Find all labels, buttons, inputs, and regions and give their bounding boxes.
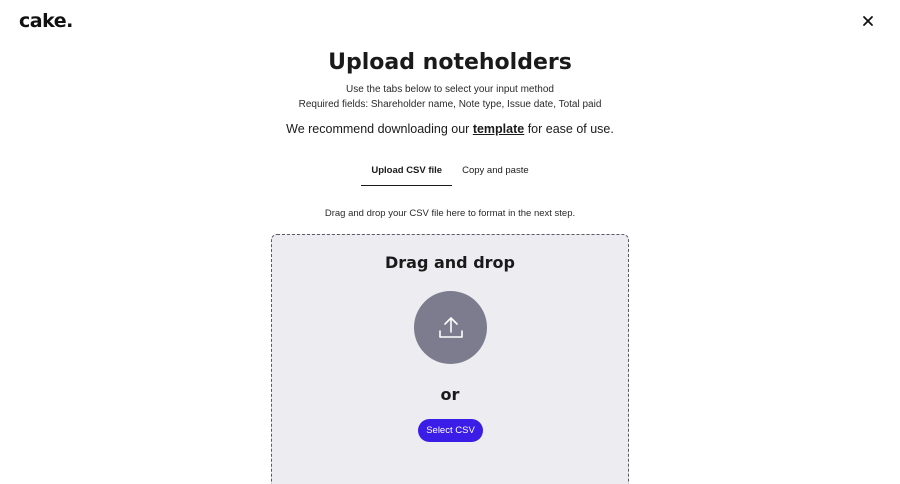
csv-dropzone[interactable]: Drag and drop or Select CSV — [271, 234, 629, 484]
upload-icon — [438, 316, 463, 338]
tab-upload-csv[interactable]: Upload CSV file — [361, 159, 453, 186]
template-recommendation: We recommend downloading our template fo… — [0, 122, 900, 136]
page-title: Upload noteholders — [328, 50, 572, 75]
instructions-line-2: Required fields: Shareholder name, Note … — [298, 99, 602, 110]
cake-logo[interactable]: cake. — [19, 10, 73, 32]
tab-copy-paste[interactable]: Copy and paste — [452, 159, 539, 186]
select-csv-button[interactable]: Select CSV — [418, 419, 483, 442]
or-separator: or — [440, 385, 460, 404]
close-icon — [863, 16, 873, 26]
input-method-tabs: Upload CSV file Copy and paste — [0, 159, 900, 186]
instructions-line-1: Use the tabs below to select your input … — [346, 84, 554, 95]
recommend-prefix: We recommend downloading our — [286, 122, 473, 136]
upload-button[interactable] — [414, 291, 487, 364]
upload-noteholders-page: cake. Upload noteholders Use the tabs be… — [0, 0, 900, 484]
dropzone-title: Drag and drop — [385, 253, 515, 272]
close-button[interactable] — [860, 13, 876, 29]
dropzone-hint: Drag and drop your CSV file here to form… — [324, 208, 576, 219]
template-link[interactable]: template — [473, 122, 524, 136]
recommend-suffix: for ease of use. — [524, 122, 614, 136]
